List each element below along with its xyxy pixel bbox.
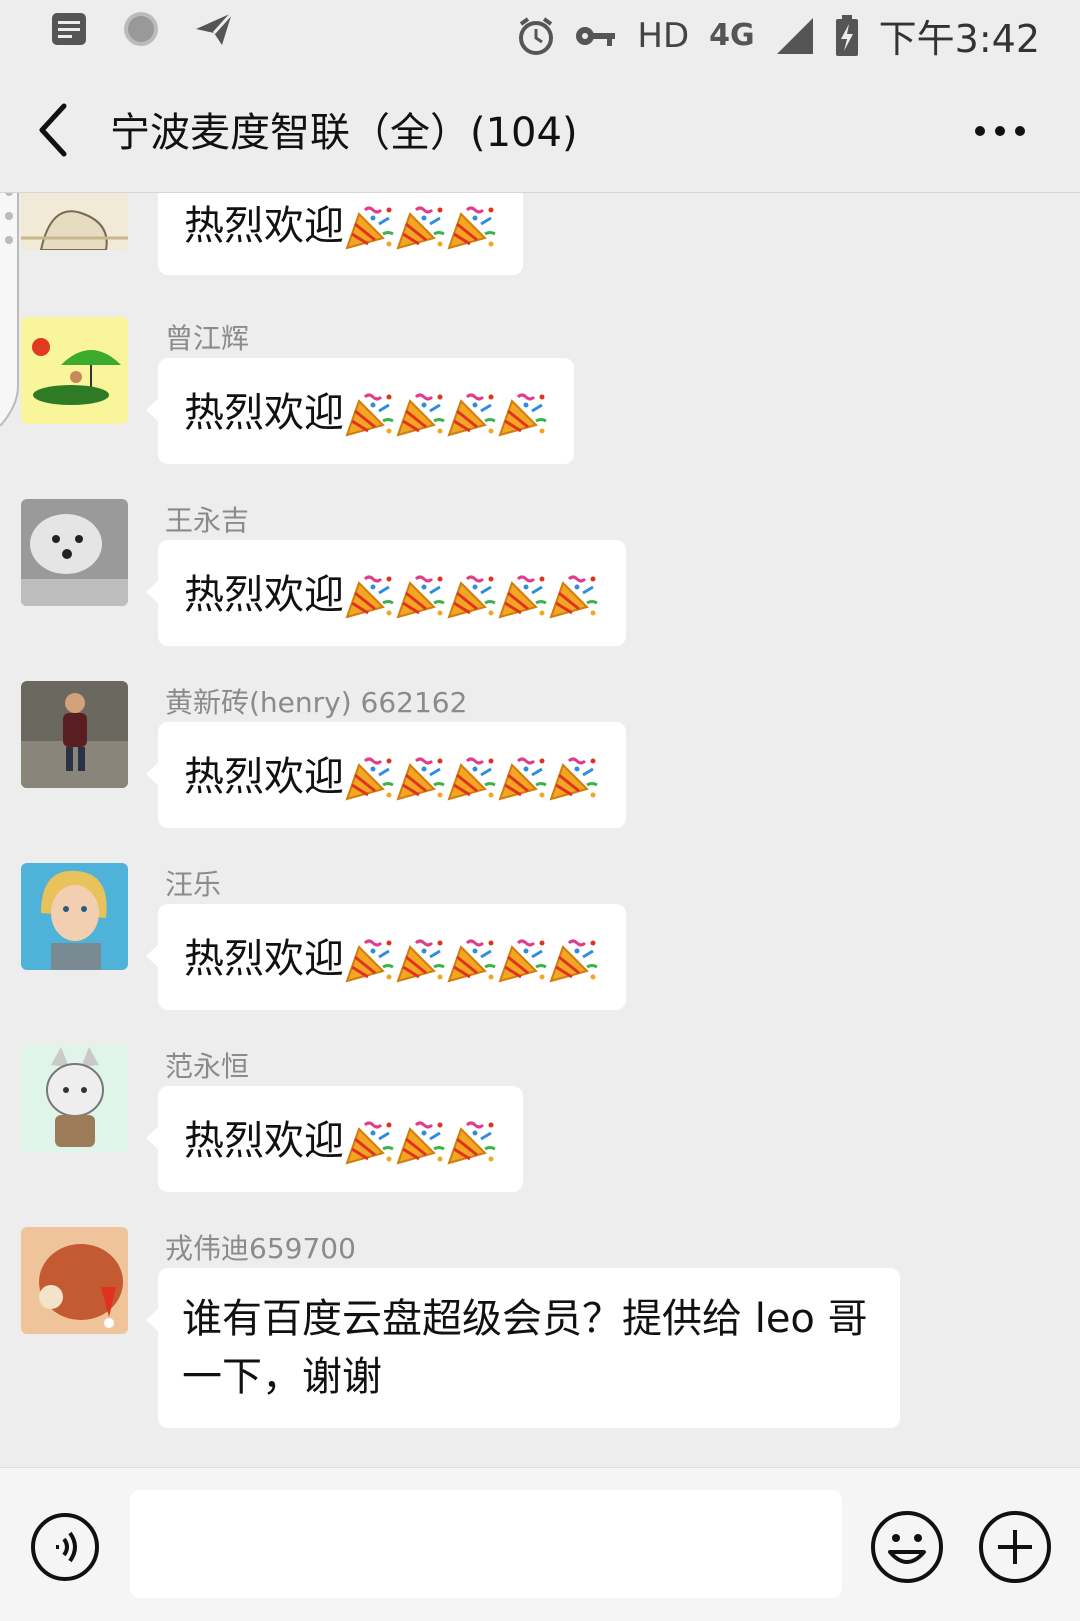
message-list[interactable]: 热烈欢迎 曾江辉 热烈欢迎 王永吉 热烈欢迎 黄新砖(henry) 662162…: [0, 193, 1080, 1467]
party-popper-icon: [395, 390, 446, 437]
party-popper-icon: [395, 754, 446, 801]
party-popper-icon: [446, 754, 497, 801]
party-popper-icon: [446, 390, 497, 437]
message-bubble[interactable]: 热烈欢迎: [158, 193, 523, 275]
key-icon: [576, 26, 616, 46]
message-input[interactable]: [130, 1490, 842, 1598]
message-bubble[interactable]: 热烈欢迎: [146, 358, 574, 464]
party-popper-icon: [395, 572, 446, 619]
sender-name: 王永吉: [165, 504, 250, 537]
avatar-dog-photo[interactable]: [21, 499, 128, 606]
party-popper-icon: [395, 203, 446, 250]
avatar-child-photo[interactable]: [21, 681, 128, 788]
message-text: 热烈欢迎: [184, 203, 344, 249]
plus-icon[interactable]: [978, 1510, 1052, 1584]
network-label: HD: [637, 15, 690, 56]
chat-title: 宁波麦度智联（全）(104): [110, 110, 578, 156]
voice-icon[interactable]: [30, 1512, 100, 1582]
message-bubble[interactable]: 谁有百度云盘超级会员？提供给 leo 哥一下，谢谢: [146, 1268, 900, 1428]
party-popper-icon: [395, 936, 446, 983]
sender-name: 戎伟迪659700: [165, 1232, 356, 1265]
sender-name: 汪乐: [165, 868, 222, 901]
circle-dots-icon: [124, 12, 158, 46]
status-time: 下午3:42: [878, 17, 1040, 61]
party-popper-icon: [446, 572, 497, 619]
party-popper-icon: [344, 1118, 395, 1165]
avatar-anime-girl[interactable]: [21, 863, 128, 970]
notes-icon: [52, 13, 86, 45]
party-popper-icon: [395, 1118, 446, 1165]
party-popper-icon: [497, 390, 548, 437]
input-bar: [0, 1467, 1080, 1621]
battery-charging-icon: [835, 14, 858, 56]
send-icon: [196, 11, 234, 45]
party-popper-icon: [497, 936, 548, 983]
message-bubble[interactable]: 热烈欢迎: [146, 722, 626, 828]
status-bar: HD 4G 下午3:42: [0, 0, 1080, 66]
message-text: 热烈欢迎: [184, 754, 344, 800]
message-bubble[interactable]: 热烈欢迎: [146, 540, 626, 646]
network-type: 4G: [709, 18, 755, 53]
sender-name: 黄新砖(henry) 662162: [165, 686, 468, 719]
back-arrow-icon[interactable]: [30, 96, 90, 164]
sender-name: 曾江辉: [165, 322, 250, 355]
alarm-icon: [519, 16, 554, 55]
party-popper-icon: [446, 936, 497, 983]
party-popper-icon: [497, 572, 548, 619]
avatar-wolf-cartoon[interactable]: [21, 1045, 128, 1152]
message-text: 谁有百度云盘超级会员？提供给 leo 哥一下，谢谢: [182, 1296, 868, 1400]
party-popper-icon: [548, 936, 599, 983]
message-bubble[interactable]: 热烈欢迎: [146, 904, 626, 1010]
party-popper-icon: [344, 754, 395, 801]
sender-name: 范永恒: [165, 1050, 250, 1083]
message-text: 热烈欢迎: [184, 572, 344, 618]
more-dots-icon[interactable]: [970, 106, 1030, 156]
party-popper-icon: [344, 936, 395, 983]
avatar-umbrella-cartoon[interactable]: [21, 317, 128, 424]
message-text: 热烈欢迎: [184, 390, 344, 436]
avatar-cartoon-sketch[interactable]: [21, 193, 128, 250]
avatar-toy-photo[interactable]: [21, 1227, 128, 1334]
party-popper-icon: [497, 754, 548, 801]
emoji-smile-icon[interactable]: [870, 1510, 944, 1584]
party-popper-icon: [548, 754, 599, 801]
signal-icon: [776, 17, 813, 54]
party-popper-icon: [344, 572, 395, 619]
party-popper-icon: [344, 203, 395, 250]
party-popper-icon: [446, 1118, 497, 1165]
message-text: 热烈欢迎: [184, 936, 344, 982]
message-text: 热烈欢迎: [184, 1118, 344, 1164]
party-popper-icon: [446, 203, 497, 250]
message-bubble[interactable]: 热烈欢迎: [146, 1086, 523, 1192]
party-popper-icon: [548, 572, 599, 619]
party-popper-icon: [344, 390, 395, 437]
chat-header: 宁波麦度智联（全）(104): [0, 66, 1080, 193]
